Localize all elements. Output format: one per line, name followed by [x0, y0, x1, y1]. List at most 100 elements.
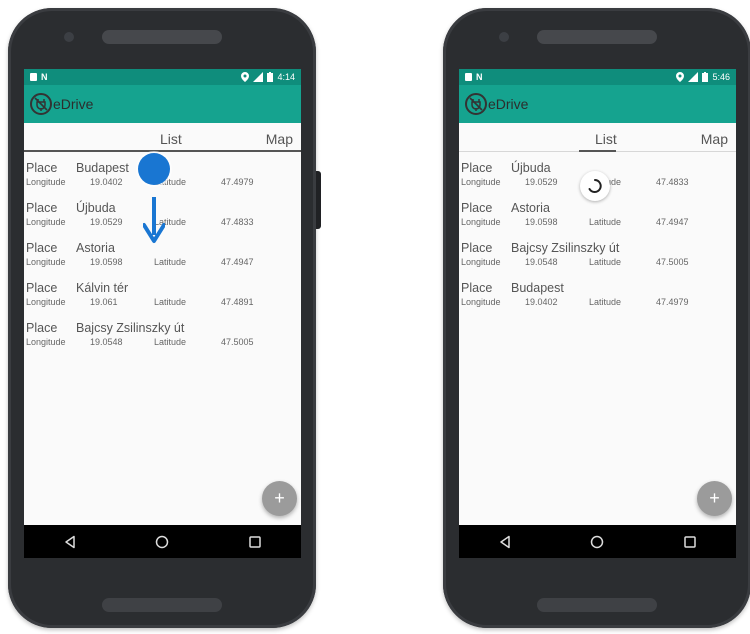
- longitude-value: 19.061: [90, 297, 118, 307]
- latitude-value: 47.4891: [221, 297, 254, 307]
- phone-right: N 5:46 eDrive List Map Place Újbuda Long…: [443, 8, 750, 628]
- nfc-icon: N: [41, 72, 48, 82]
- front-camera: [64, 32, 74, 42]
- place-label: Place: [461, 161, 493, 175]
- place-label: Place: [26, 241, 58, 255]
- list-item[interactable]: Place Astoria Longitude 19.0598 Latitude…: [24, 240, 301, 280]
- navigation-bar: [24, 525, 301, 558]
- latitude-label: Latitude: [589, 217, 622, 227]
- list-item[interactable]: Place Kálvin tér Longitude 19.061 Latitu…: [24, 280, 301, 320]
- list-item[interactable]: Place Budapest Longitude 19.0402 Latitud…: [459, 280, 736, 320]
- phone-left: N 4:14 eDrive List Map Place Budapest Lo…: [8, 8, 321, 628]
- recents-icon[interactable]: [683, 535, 697, 549]
- screen-left: N 4:14 eDrive List Map Place Budapest Lo…: [24, 69, 301, 558]
- loading-spinner-icon: [580, 171, 610, 201]
- screen-right: N 5:46 eDrive List Map Place Újbuda Long…: [459, 69, 736, 558]
- status-time: 5:46: [712, 72, 730, 82]
- place-label: Place: [26, 161, 58, 175]
- longitude-value: 19.0402: [90, 177, 123, 187]
- location-icon: [676, 72, 685, 82]
- longitude-label: Longitude: [26, 257, 66, 267]
- arrow-down-icon: [143, 197, 165, 243]
- latitude-value: 47.4979: [221, 177, 254, 187]
- plus-icon: +: [274, 488, 285, 508]
- touch-indicator: [138, 153, 170, 185]
- plus-icon: +: [709, 488, 720, 508]
- signal-icon: [253, 72, 264, 82]
- place-name: Astoria: [76, 241, 115, 255]
- latitude-value: 47.4947: [656, 217, 689, 227]
- battery-icon: [702, 72, 709, 82]
- plug-icon: [30, 93, 52, 115]
- place-name: Újbuda: [76, 201, 116, 215]
- bottom-speaker: [537, 598, 657, 612]
- home-icon[interactable]: [590, 535, 604, 549]
- latitude-value: 47.5005: [656, 257, 689, 267]
- longitude-value: 19.0598: [525, 217, 558, 227]
- add-button[interactable]: +: [262, 481, 297, 516]
- latitude-label: Latitude: [154, 337, 187, 347]
- back-icon[interactable]: [63, 535, 77, 549]
- longitude-value: 19.0548: [525, 257, 558, 267]
- place-name: Bajcsy Zsilinszky út: [511, 241, 620, 255]
- home-icon[interactable]: [155, 535, 169, 549]
- bottom-speaker: [102, 598, 222, 612]
- status-bar: N 5:46: [459, 69, 736, 85]
- navigation-bar: [459, 525, 736, 558]
- place-label: Place: [461, 281, 493, 295]
- place-label: Place: [26, 281, 58, 295]
- place-list: Place Budapest Longitude 19.0402 Latitud…: [24, 152, 301, 360]
- list-item[interactable]: Place Astoria Longitude 19.0598 Latitude…: [459, 200, 736, 240]
- longitude-label: Longitude: [461, 217, 501, 227]
- front-camera: [499, 32, 509, 42]
- tab-list[interactable]: List: [160, 131, 182, 147]
- longitude-value: 19.0548: [90, 337, 123, 347]
- latitude-value: 47.4833: [221, 217, 254, 227]
- signal-icon: [688, 72, 699, 82]
- tab-map[interactable]: Map: [266, 131, 293, 147]
- earpiece-speaker: [537, 30, 657, 44]
- longitude-label: Longitude: [26, 297, 66, 307]
- recents-icon[interactable]: [248, 535, 262, 549]
- longitude-label: Longitude: [26, 177, 66, 187]
- latitude-value: 47.5005: [221, 337, 254, 347]
- place-name: Astoria: [511, 201, 550, 215]
- place-name: Budapest: [511, 281, 564, 295]
- latitude-label: Latitude: [154, 257, 187, 267]
- add-button[interactable]: +: [697, 481, 732, 516]
- longitude-label: Longitude: [26, 217, 66, 227]
- nfc-icon: N: [476, 72, 483, 82]
- tab-map[interactable]: Map: [701, 131, 728, 147]
- list-item[interactable]: Place Bajcsy Zsilinszky út Longitude 19.…: [24, 320, 301, 360]
- latitude-label: Latitude: [589, 297, 622, 307]
- place-name: Budapest: [76, 161, 129, 175]
- place-label: Place: [26, 201, 58, 215]
- latitude-value: 47.4947: [221, 257, 254, 267]
- battery-icon: [267, 72, 274, 82]
- app-title: eDrive: [488, 96, 529, 112]
- back-icon[interactable]: [498, 535, 512, 549]
- tab-bar: List Map: [459, 123, 736, 152]
- sd-card-icon: [30, 73, 37, 81]
- app-bar: eDrive: [24, 85, 301, 123]
- list-item[interactable]: Place Bajcsy Zsilinszky út Longitude 19.…: [459, 240, 736, 280]
- tab-list[interactable]: List: [595, 131, 617, 147]
- latitude-value: 47.4979: [656, 297, 689, 307]
- place-label: Place: [26, 321, 58, 335]
- earpiece-speaker: [102, 30, 222, 44]
- app-title: eDrive: [53, 96, 94, 112]
- status-bar: N 4:14: [24, 69, 301, 85]
- longitude-value: 19.0529: [525, 177, 558, 187]
- status-time: 4:14: [277, 72, 295, 82]
- latitude-value: 47.4833: [656, 177, 689, 187]
- longitude-label: Longitude: [461, 257, 501, 267]
- latitude-label: Latitude: [589, 257, 622, 267]
- plug-icon: [465, 93, 487, 115]
- longitude-label: Longitude: [461, 177, 501, 187]
- place-name: Újbuda: [511, 161, 551, 175]
- power-button: [316, 171, 321, 229]
- sd-card-icon: [465, 73, 472, 81]
- place-name: Kálvin tér: [76, 281, 129, 295]
- location-icon: [241, 72, 250, 82]
- place-label: Place: [461, 201, 493, 215]
